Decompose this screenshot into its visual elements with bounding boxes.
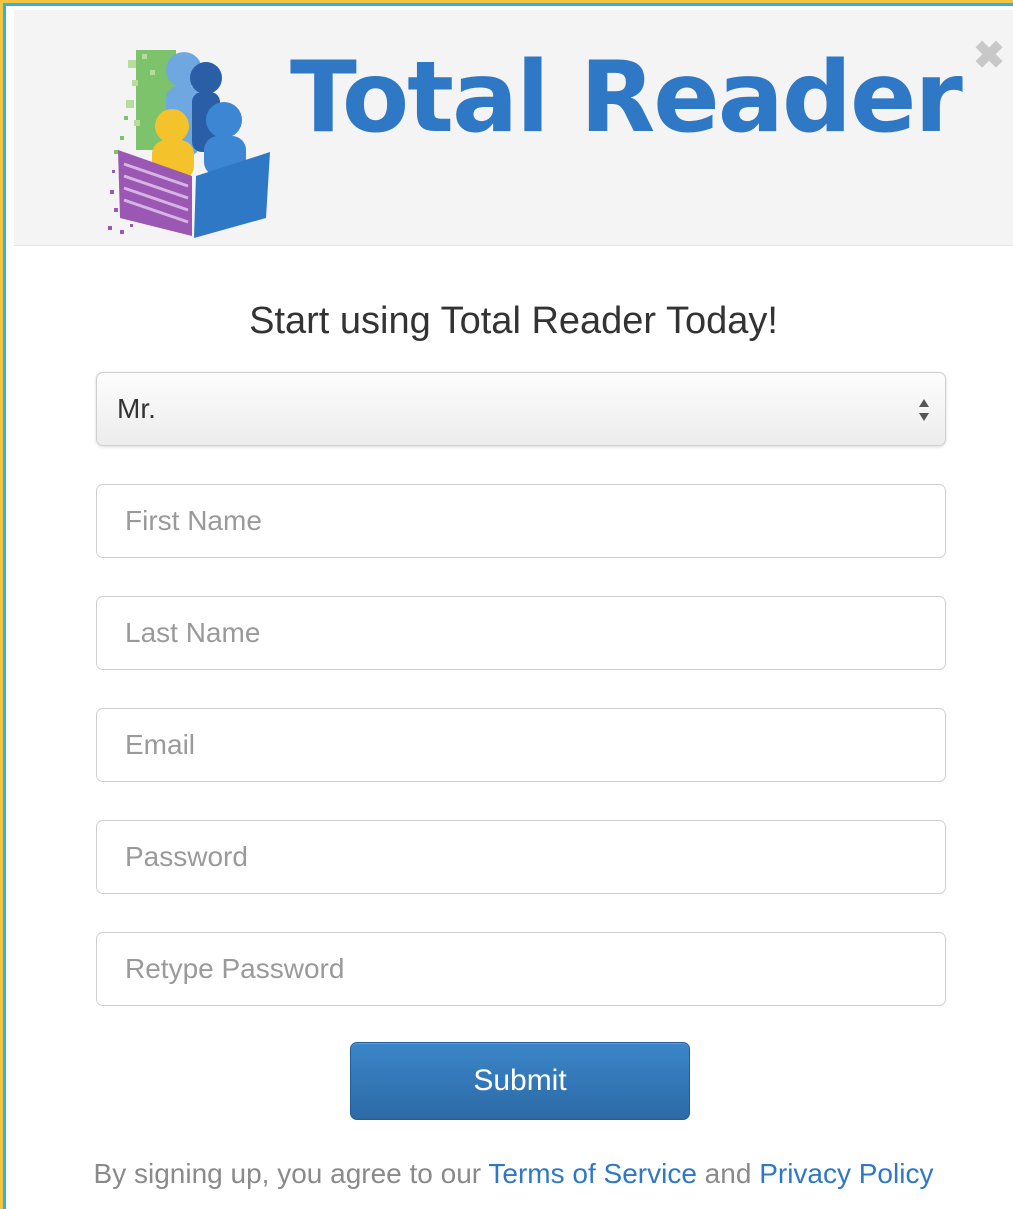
salutation-value: Mr. — [117, 393, 156, 424]
email-input[interactable] — [96, 708, 946, 782]
retype-password-input[interactable] — [96, 932, 946, 1006]
last-name-input[interactable] — [96, 596, 946, 670]
logo-wordmark: Total Reader — [290, 41, 963, 155]
signup-modal: Total Reader ✖ Start using Total Reader … — [14, 10, 1013, 1209]
terms-connector: and — [696, 1158, 760, 1189]
modal-header: Total Reader ✖ — [14, 10, 1013, 246]
terms-prefix: By signing up, you agree to our — [93, 1158, 489, 1189]
logo-icon — [108, 50, 270, 238]
salutation-select[interactable]: Mr. — [96, 372, 946, 446]
form-title: Start using Total Reader Today! — [249, 300, 778, 342]
password-input[interactable] — [96, 820, 946, 894]
close-icon[interactable]: ✖ — [969, 36, 1009, 76]
first-name-input[interactable] — [96, 484, 946, 558]
chevron-updown-icon — [919, 399, 929, 421]
privacy-policy-link[interactable]: Privacy Policy — [759, 1158, 933, 1189]
terms-notice: By signing up, you agree to our Terms of… — [14, 1158, 1013, 1190]
submit-button[interactable]: Submit — [350, 1042, 690, 1120]
terms-of-service-link[interactable]: Terms of Service — [488, 1158, 697, 1189]
